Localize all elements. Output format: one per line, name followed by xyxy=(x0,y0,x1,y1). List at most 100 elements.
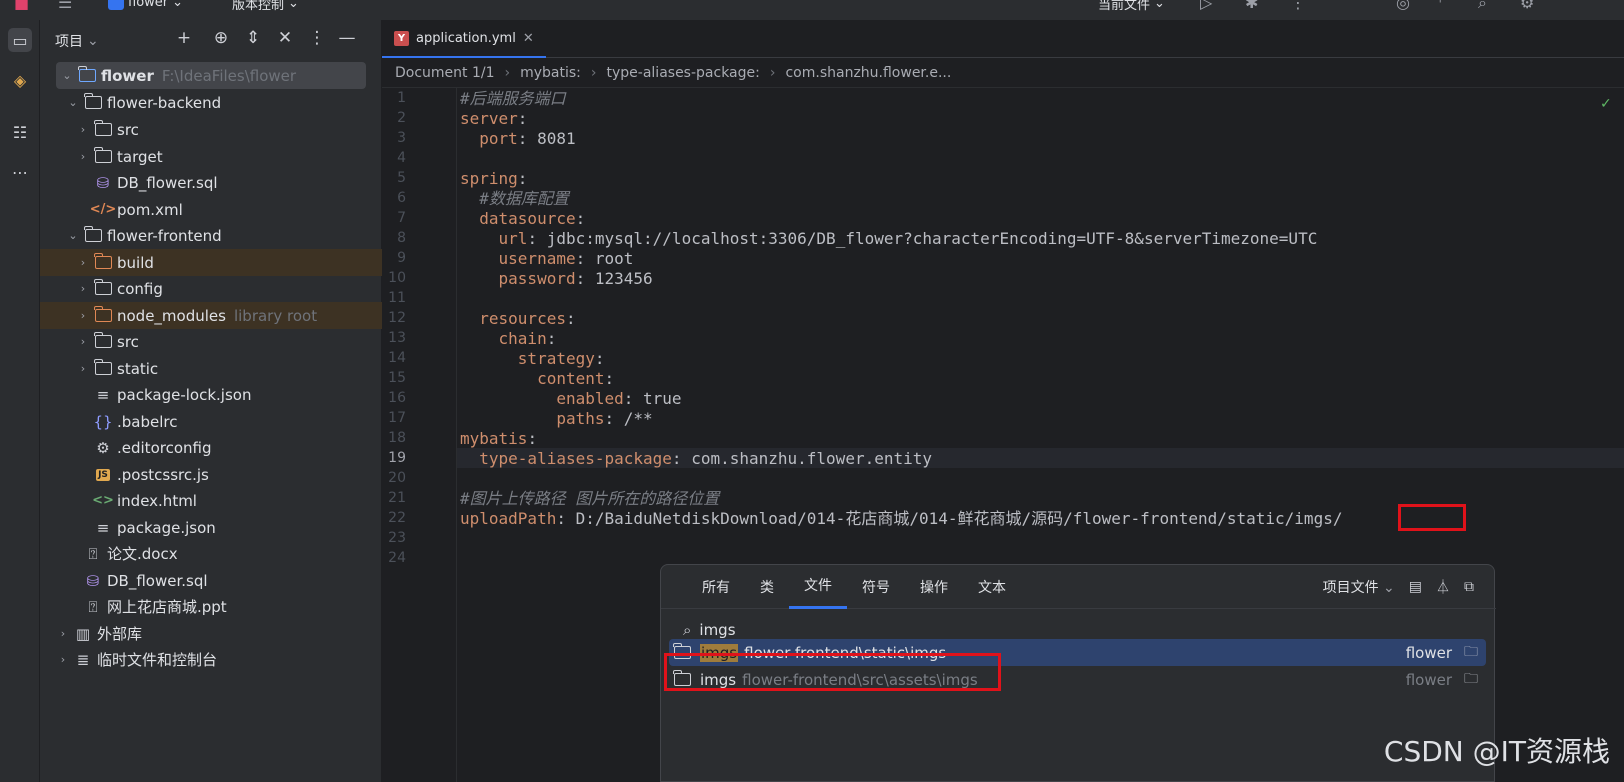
settings-icon[interactable]: ⚙ xyxy=(1520,0,1534,12)
chevron-down-icon[interactable]: ⌄ xyxy=(66,96,80,109)
line-number[interactable]: 7 xyxy=(382,210,406,226)
bookmarks-tool-icon[interactable]: ◈ xyxy=(8,68,32,92)
project-view-selector[interactable]: 项目 ⌄ xyxy=(55,31,99,51)
preview-icon[interactable]: ▤ xyxy=(1409,579,1422,595)
tab-files[interactable]: 文件 xyxy=(789,565,847,609)
code-line-7[interactable]: datasource: xyxy=(460,209,585,229)
add-user-icon[interactable]: ⁺ xyxy=(1436,0,1444,12)
line-number[interactable]: 8 xyxy=(382,230,406,246)
chevron-down-icon[interactable]: ⌄ xyxy=(60,69,74,82)
project-switcher[interactable]: flower ⌄ xyxy=(108,0,183,10)
tab-symbols[interactable]: 符号 xyxy=(847,565,905,609)
tree-item-src-frontend[interactable]: › src xyxy=(40,328,382,355)
tree-item-editorconfig[interactable]: ⚙ .editorconfig xyxy=(40,434,382,461)
code-line-18[interactable]: mybatis: xyxy=(460,429,537,449)
line-number[interactable]: 9 xyxy=(382,250,406,266)
options-icon[interactable]: ⋮ xyxy=(306,28,328,48)
line-number[interactable]: 5 xyxy=(382,170,406,186)
tab-classes[interactable]: 类 xyxy=(745,565,789,609)
tree-item-ppt[interactable]: ⍰ 网上花店商城.ppt xyxy=(40,593,382,620)
line-number[interactable]: 10 xyxy=(382,270,406,286)
debug-icon[interactable]: ✱ xyxy=(1245,0,1258,12)
tree-item-pom[interactable]: </> pom.xml xyxy=(40,196,382,223)
code-line-1[interactable]: #后端服务端口 xyxy=(460,89,566,109)
tree-item-build[interactable]: › build xyxy=(40,249,382,276)
filter-icon[interactable]: ⏃ xyxy=(1436,577,1450,597)
line-number[interactable]: 2 xyxy=(382,110,406,126)
code-line-6[interactable]: #数据库配置 xyxy=(460,189,569,209)
line-number[interactable]: 11 xyxy=(382,290,406,306)
new-file-icon[interactable]: + xyxy=(173,28,195,48)
tab-actions[interactable]: 操作 xyxy=(905,565,963,609)
tree-item-db-sql-root[interactable]: ⛁ DB_flower.sql xyxy=(40,567,382,594)
chevron-right-icon[interactable]: › xyxy=(76,150,90,163)
hide-panel-icon[interactable]: — xyxy=(336,28,358,48)
chevron-right-icon[interactable]: › xyxy=(56,653,70,666)
chevron-right-icon[interactable]: › xyxy=(76,309,90,322)
tree-item-static[interactable]: › static xyxy=(40,355,382,382)
tab-all[interactable]: 所有 xyxy=(687,565,745,609)
more-actions-icon[interactable]: ⋮ xyxy=(1290,0,1306,12)
run-icon[interactable]: ▷ xyxy=(1200,0,1212,12)
line-number[interactable]: 16 xyxy=(382,390,406,406)
code-line-17[interactable]: paths: /** xyxy=(460,409,652,429)
collapse-all-icon[interactable]: ✕ xyxy=(274,28,296,48)
run-config-selector[interactable]: 当前文件 ⌄ xyxy=(1098,0,1165,13)
chevron-right-icon[interactable]: › xyxy=(76,362,90,375)
structure-tool-icon[interactable]: ☷ xyxy=(8,120,32,144)
code-line-10[interactable]: password: 123456 xyxy=(460,269,653,289)
code-line-13[interactable]: chain: xyxy=(460,329,557,349)
tree-item-thesis-docx[interactable]: ⍰ 论文.docx xyxy=(40,540,382,567)
tree-item-postcssrc[interactable]: JS .postcssrc.js xyxy=(40,461,382,488)
tree-item-scratches[interactable]: › ≣ 临时文件和控制台 xyxy=(40,646,382,673)
code-line-12[interactable]: resources: xyxy=(460,309,575,329)
code-line-19[interactable]: type-aliases-package: com.shanzhu.flower… xyxy=(460,449,932,469)
code-line-14[interactable]: strategy: xyxy=(460,349,605,369)
project-tool-icon[interactable]: ▭ xyxy=(8,28,32,52)
line-number[interactable]: 6 xyxy=(382,190,406,206)
more-tools-icon[interactable]: ⋯ xyxy=(8,160,32,184)
line-number[interactable]: 19 xyxy=(382,450,406,466)
close-icon[interactable]: ✕ xyxy=(523,31,534,46)
tree-item-babelrc[interactable]: {} .babelrc xyxy=(40,408,382,435)
chevron-down-icon[interactable]: ⌄ xyxy=(66,229,80,242)
tree-item-db-sql[interactable]: ⛁ DB_flower.sql xyxy=(40,169,382,196)
line-number[interactable]: 22 xyxy=(382,510,406,526)
tree-item-external-libraries[interactable]: › ▥ 外部库 xyxy=(40,620,382,647)
main-menu-icon[interactable]: ☰ xyxy=(58,0,72,12)
line-number[interactable]: 13 xyxy=(382,330,406,346)
code-line-5[interactable]: spring: xyxy=(460,169,527,189)
code-line-22[interactable]: uploadPath: D:/BaiduNetdiskDownload/014-… xyxy=(460,509,1342,529)
tree-item-src[interactable]: › src xyxy=(40,116,382,143)
line-number[interactable]: 1 xyxy=(382,90,406,106)
line-number[interactable]: 12 xyxy=(382,310,406,326)
vcs-menu[interactable]: 版本控制 ⌄ xyxy=(232,0,299,13)
tree-item-config[interactable]: › config xyxy=(40,275,382,302)
breadcrumb-item[interactable]: type-aliases-package: xyxy=(607,65,760,81)
code-line-3[interactable]: port: 8081 xyxy=(460,129,575,149)
line-number[interactable]: 15 xyxy=(382,370,406,386)
line-number[interactable]: 23 xyxy=(382,530,406,546)
ai-assistant-icon[interactable]: ◎ xyxy=(1396,0,1410,12)
tree-item-flower-frontend[interactable]: ⌄ flower-frontend xyxy=(40,222,382,249)
locate-file-icon[interactable]: ⊕ xyxy=(210,28,232,48)
chevron-right-icon[interactable]: › xyxy=(76,282,90,295)
tree-item-index-html[interactable]: <> index.html xyxy=(40,487,382,514)
inspection-ok-icon[interactable]: ✓ xyxy=(1600,96,1612,112)
line-number[interactable]: 20 xyxy=(382,470,406,486)
tree-item-node-modules[interactable]: › node_modules library root xyxy=(40,302,382,329)
code-line-16[interactable]: enabled: true xyxy=(460,389,681,409)
tree-item-flower[interactable]: ⌄ flower F:\IdeaFiles\flower xyxy=(56,62,366,89)
open-in-window-icon[interactable]: ⧉ xyxy=(1464,579,1474,595)
code-line-15[interactable]: content: xyxy=(460,369,614,389)
code-line-21[interactable]: #图片上传路径 图片所在的路径位置 xyxy=(460,489,719,509)
tree-item-package-lock[interactable]: ≡ package-lock.json xyxy=(40,381,382,408)
chevron-right-icon[interactable]: › xyxy=(76,256,90,269)
breadcrumb-item[interactable]: mybatis: xyxy=(520,65,581,81)
tree-item-flower-backend[interactable]: ⌄ flower-backend xyxy=(40,89,382,116)
code-line-8[interactable]: url: jdbc:mysql://localhost:3306/DB_flow… xyxy=(460,229,1318,249)
search-everywhere-icon[interactable]: ⌕ xyxy=(1478,0,1487,13)
line-number[interactable]: 14 xyxy=(382,350,406,366)
breadcrumb-item[interactable]: Document 1/1 xyxy=(395,65,495,81)
breadcrumb-item[interactable]: com.shanzhu.flower.e... xyxy=(785,65,951,81)
